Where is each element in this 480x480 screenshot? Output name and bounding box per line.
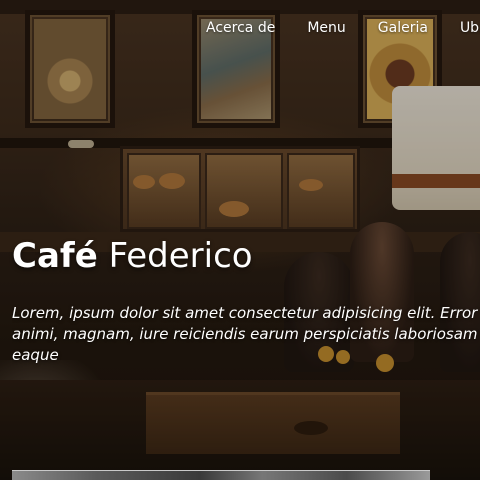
nav-link-acerca[interactable]: Acerca de xyxy=(190,18,291,40)
hero-lead-text: Lorem, ipsum dolor sit amet consectetur … xyxy=(12,303,480,369)
lead-line: animi, magnam, iure reiciendis earum per… xyxy=(12,325,478,343)
main-navigation: Acerca de Menu Galeria Ubicación xyxy=(190,18,480,40)
lead-line: Lorem, ipsum dolor sit amet consectetur … xyxy=(12,304,478,322)
title-strong: Café xyxy=(12,236,98,276)
page-title: Café Federico xyxy=(12,232,472,280)
nav-link-menu[interactable]: Menu xyxy=(291,18,361,40)
next-section-image xyxy=(12,470,430,480)
lead-line: eaque xyxy=(12,346,59,364)
nav-link-galeria[interactable]: Galeria xyxy=(362,18,444,40)
title-light: Federico xyxy=(108,236,253,276)
nav-link-ubicacion[interactable]: Ubicación xyxy=(444,18,480,40)
